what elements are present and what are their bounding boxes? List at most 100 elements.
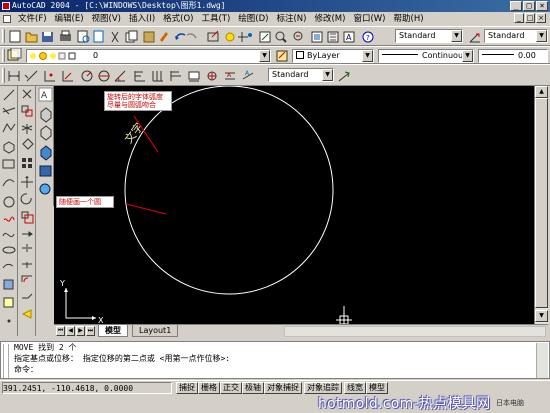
menu-edit[interactable]: 编辑(E) xyxy=(51,12,88,26)
arc-text: 文字 xyxy=(121,120,146,146)
tab-next-icon[interactable]: ▶ xyxy=(76,326,85,336)
ucs-icon: Y X xyxy=(59,279,104,324)
menu-format[interactable]: 格式(O) xyxy=(159,12,197,26)
title-bar: AutoCAD 2004 - [C:\WINDOWS\Desktop\图形1.d… xyxy=(0,0,550,12)
command-scrollbar[interactable] xyxy=(536,343,548,378)
menu-insert[interactable]: 插入(I) xyxy=(125,12,159,26)
command-prompt[interactable]: 命令： xyxy=(1,364,549,375)
chevron-down-icon[interactable]: ▼ xyxy=(462,50,473,62)
color-select[interactable]: ByLayer ▼ xyxy=(292,49,374,63)
toolbar-grip[interactable] xyxy=(2,49,5,62)
drawing-svg: 文字 Y X xyxy=(59,86,352,324)
lineweight-value: 0.00 xyxy=(518,51,536,60)
annotation-left: 随便画一个圆 xyxy=(56,196,114,208)
menu-view[interactable]: 视图(V) xyxy=(88,12,125,26)
lineweight-preview xyxy=(482,54,514,55)
layer-state-icons xyxy=(30,52,76,60)
make-current-layer-icon[interactable] xyxy=(275,49,289,63)
dim-style-value-2: Standard xyxy=(272,70,309,79)
drawn-circle[interactable] xyxy=(124,86,334,295)
document-icon[interactable] xyxy=(3,15,11,23)
layer-select[interactable]: 0 ▼ xyxy=(26,49,271,63)
snap-toggle[interactable]: 捕捉 xyxy=(176,382,198,394)
chevron-down-icon[interactable]: ▼ xyxy=(259,50,270,62)
status-bar: 391.2451, -110.4618, 0.0000 捕捉 栅格 正交 极轴 … xyxy=(0,380,550,394)
text-style-select[interactable]: Standard ▼ xyxy=(395,29,463,43)
chevron-down-icon[interactable]: ▼ xyxy=(451,30,462,42)
menu-file[interactable]: 文件(F) xyxy=(14,12,51,26)
scroll-up-arrow-icon[interactable]: ▲ xyxy=(535,86,548,98)
coordinates-readout[interactable]: 391.2451, -110.4618, 0.0000 xyxy=(2,382,172,394)
dim-update-icon[interactable] xyxy=(337,69,351,83)
solids-toolbar-icons: A xyxy=(38,87,53,195)
chevron-down-icon[interactable]: ▼ xyxy=(322,69,333,81)
grid-toggle[interactable]: 栅格 xyxy=(198,382,220,394)
tab-prev-icon[interactable]: ◀ xyxy=(66,326,75,336)
chevron-down-icon[interactable]: ▼ xyxy=(362,50,373,62)
chevron-down-icon[interactable]: ▼ xyxy=(536,30,547,42)
layer-manager-icon[interactable] xyxy=(7,48,25,62)
layout-tabs-bar: ⏮ ◀ ▶ ⏭ 模型 Layout1 xyxy=(54,324,548,337)
standard-toolbar: A ? Standard ▼ Standard ▼ xyxy=(0,26,550,46)
autocad-app-icon[interactable] xyxy=(2,2,10,10)
modify-toolbar-icons xyxy=(20,89,34,319)
dim-style-value: Standard xyxy=(488,31,525,40)
toolbar-grip[interactable] xyxy=(2,68,5,83)
osnap-toggle[interactable]: 对象捕捉 xyxy=(264,382,302,394)
command-history-line-2: 指定基点或位移： 指定位移的第二点或 <用第一点作位移>: xyxy=(14,354,231,363)
ortho-toggle[interactable]: 正交 xyxy=(220,382,242,394)
command-window[interactable]: MOVE 找到 2 个 指定基点或位移： 指定位移的第二点或 <用第一点作位移>… xyxy=(0,341,550,379)
svg-text:A: A xyxy=(346,33,352,42)
color-swatch xyxy=(296,51,304,59)
model-space-canvas[interactable]: 文字 Y X 旋转后的字体弧度尽量与圆弧吻合 随便画一个圆 xyxy=(54,86,534,324)
solids-toolbar: A xyxy=(37,86,54,206)
menu-modify[interactable]: 修改(M) xyxy=(310,12,349,26)
maximize-button[interactable]: □ xyxy=(523,1,535,11)
color-value: ByLayer xyxy=(307,51,340,60)
doc-close-button[interactable]: × xyxy=(536,13,546,23)
linetype-value: Continuous xyxy=(422,51,468,60)
standard-toolbar-icons: A ? xyxy=(9,30,374,43)
horizontal-scrollbar[interactable] xyxy=(284,326,546,337)
menu-draw[interactable]: 绘图(D) xyxy=(234,12,272,26)
tab-first-icon[interactable]: ⏮ xyxy=(56,326,65,336)
scroll-down-arrow-icon[interactable]: ▼ xyxy=(535,310,548,322)
tab-last-icon[interactable]: ⏭ xyxy=(86,326,95,336)
svg-text:A: A xyxy=(41,91,48,101)
annotation-leader-left xyxy=(125,203,167,215)
command-grip[interactable] xyxy=(3,344,9,378)
svg-text:?: ? xyxy=(366,34,370,42)
modify-toolbar xyxy=(19,86,36,336)
close-button[interactable]: × xyxy=(536,1,548,11)
window-title: AutoCAD 2004 - [C:\WINDOWS\Desktop\图形1.d… xyxy=(12,1,226,10)
ucs-y-label: Y xyxy=(59,279,65,288)
annotation-top: 旋转后的字体弧度尽量与圆弧吻合 xyxy=(104,91,172,111)
watermark: hotmold.com-热点模具网 xyxy=(318,396,491,412)
command-history-line-1: MOVE 找到 2 个 xyxy=(14,343,77,352)
menu-bar: 文件(F) 编辑(E) 视图(V) 插入(I) 格式(O) 工具(T) 绘图(D… xyxy=(0,12,550,26)
tab-model[interactable]: 模型 xyxy=(98,325,128,337)
vertical-scrollbar[interactable]: ▲ ▼ xyxy=(534,86,548,324)
menu-tools[interactable]: 工具(T) xyxy=(197,12,234,26)
dim-style-select-2[interactable]: Standard ▼ xyxy=(268,68,334,82)
menu-help[interactable]: 帮助(H) xyxy=(390,12,428,26)
svg-text:A: A xyxy=(245,70,250,77)
arc-text-group[interactable]: 文字 xyxy=(121,120,146,146)
dimension-toolbar: A A Standard ▼ xyxy=(0,64,550,86)
lineweight-select[interactable]: 0.00 xyxy=(478,49,548,63)
dim-style-icon xyxy=(469,33,480,43)
menu-window[interactable]: 窗口(W) xyxy=(349,12,389,26)
watermark-sub: 日本电脑 xyxy=(496,399,524,407)
minimize-button[interactable]: _ xyxy=(510,1,522,11)
polar-toggle[interactable]: 极轴 xyxy=(242,382,264,394)
doc-restore-button[interactable]: □ xyxy=(525,13,535,23)
dim-style-select[interactable]: Standard ▼ xyxy=(484,29,548,43)
linetype-select[interactable]: Continuous ▼ xyxy=(378,49,474,63)
autocad-window: AutoCAD 2004 - [C:\WINDOWS\Desktop\图形1.d… xyxy=(0,0,550,413)
text-style-value: Standard xyxy=(399,31,436,40)
scroll-thumb[interactable] xyxy=(535,98,548,308)
tab-layout1[interactable]: Layout1 xyxy=(132,325,179,337)
toolbar-grip[interactable] xyxy=(2,29,5,43)
doc-minimize-button[interactable]: _ xyxy=(514,13,524,23)
menu-dimension[interactable]: 标注(N) xyxy=(272,12,310,26)
